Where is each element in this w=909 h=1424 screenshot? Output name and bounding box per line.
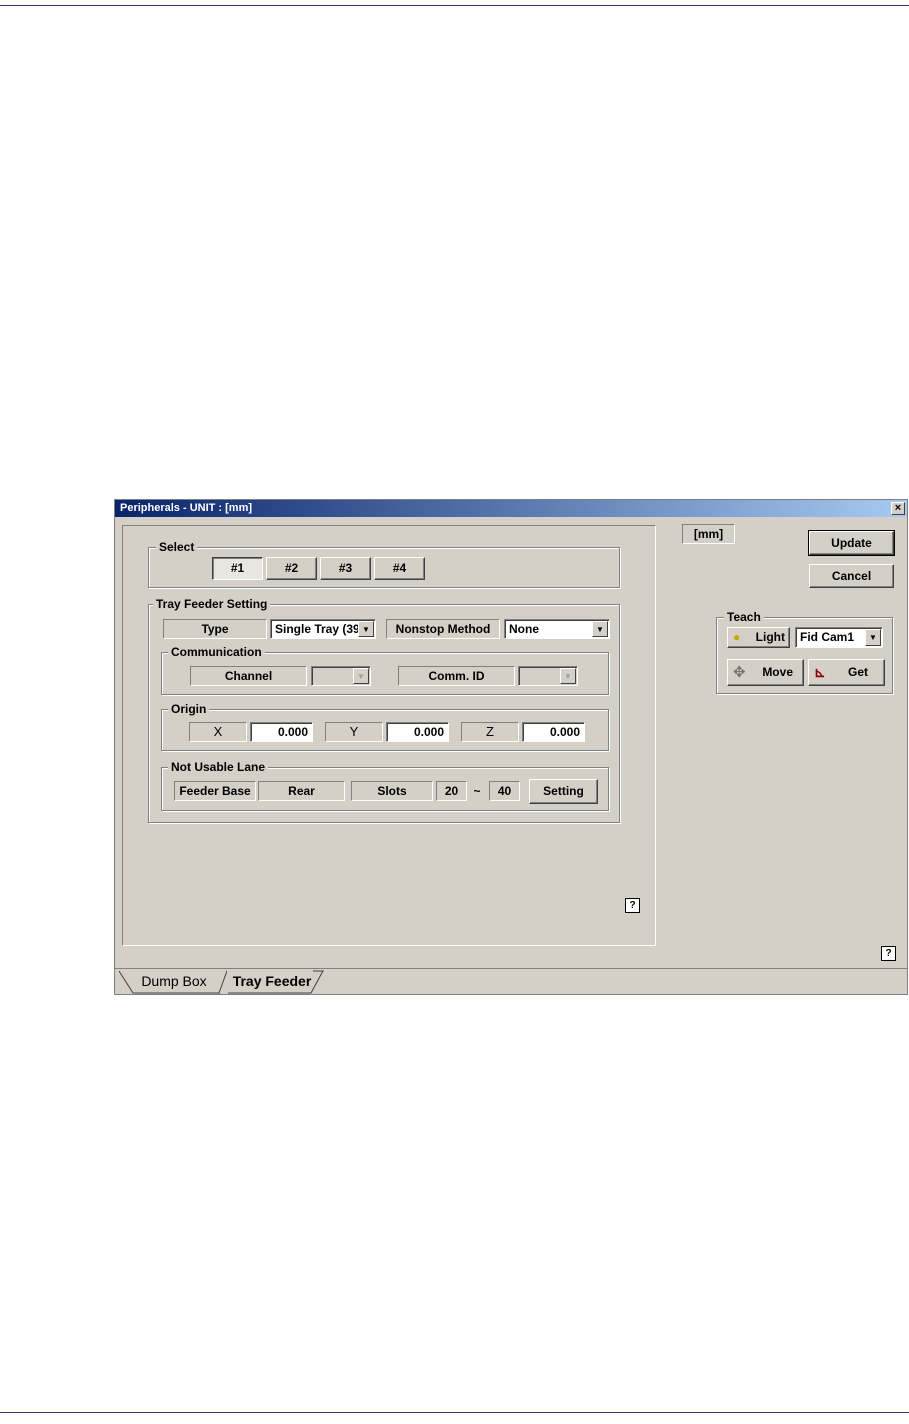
- select-1-button[interactable]: #1: [212, 557, 263, 580]
- z-label: Z: [461, 722, 519, 742]
- close-icon[interactable]: ×: [891, 502, 905, 515]
- origin-x-input[interactable]: 0.000: [250, 722, 313, 742]
- help-icon[interactable]: ?: [881, 946, 896, 961]
- settings-panel: Select #1 #2 #3 #4 Tray Feeder Setting T…: [122, 525, 656, 946]
- nonstop-method-label: Nonstop Method: [386, 619, 500, 639]
- slot-range-separator: ~: [473, 784, 481, 798]
- communication-label: Communication: [168, 645, 265, 659]
- select-4-button[interactable]: #4: [374, 557, 425, 580]
- window-title: Peripherals - UNIT : [mm]: [115, 500, 907, 517]
- tray-feeder-setting-label: Tray Feeder Setting: [153, 597, 271, 611]
- light-button[interactable]: ● Light: [727, 627, 790, 648]
- slot-to-value: 40: [489, 781, 520, 801]
- select-group-label: Select: [156, 540, 198, 554]
- move-button[interactable]: ✥ Move: [727, 659, 804, 686]
- not-usable-lane-label: Not Usable Lane: [168, 760, 269, 774]
- setting-button[interactable]: Setting: [529, 779, 598, 804]
- move-arrows-icon: ✥: [733, 664, 746, 681]
- channel-label: Channel: [190, 666, 307, 686]
- y-label: Y: [325, 722, 383, 742]
- select-2-button[interactable]: #2: [266, 557, 317, 580]
- chevron-down-icon[interactable]: ▼: [560, 668, 576, 684]
- slot-from-value: 20: [436, 781, 467, 801]
- comm-id-select[interactable]: ▼: [518, 666, 578, 686]
- channel-select[interactable]: ▼: [311, 666, 371, 686]
- select-3-button[interactable]: #3: [320, 557, 371, 580]
- peripherals-window: Peripherals - UNIT : [mm] × Select #1 #2…: [114, 499, 908, 995]
- page-top-rule: [0, 5, 909, 6]
- help-icon[interactable]: ?: [625, 898, 640, 913]
- get-button-label: Get: [847, 665, 868, 679]
- origin-label: Origin: [168, 702, 210, 716]
- update-button[interactable]: Update: [808, 530, 895, 556]
- chevron-down-icon[interactable]: ▼: [358, 621, 374, 637]
- move-button-label: Move: [762, 665, 793, 679]
- camera-value: Fid Cam1: [800, 630, 855, 644]
- cancel-button[interactable]: Cancel: [809, 564, 894, 588]
- tab-dump-box[interactable]: Dump Box: [135, 970, 213, 992]
- chevron-down-icon[interactable]: ▼: [353, 668, 369, 684]
- x-label: X: [189, 722, 247, 742]
- type-select[interactable]: Single Tray (39 ▼: [270, 619, 376, 639]
- type-value: Single Tray (39: [275, 622, 360, 636]
- get-button[interactable]: ⊾ Get: [808, 659, 885, 686]
- slots-label: Slots: [351, 781, 433, 801]
- unit-label: [mm]: [682, 524, 735, 544]
- nonstop-method-value: None: [509, 622, 539, 636]
- camera-select[interactable]: Fid Cam1 ▼: [795, 627, 883, 648]
- feeder-base-value: Rear: [258, 781, 345, 801]
- page-bottom-rule: [0, 1412, 909, 1413]
- chevron-down-icon[interactable]: ▼: [865, 629, 881, 646]
- feeder-base-label: Feeder Base: [174, 781, 256, 801]
- light-bulb-icon: ●: [733, 630, 741, 644]
- tab-tray-feeder[interactable]: Tray Feeder: [228, 970, 316, 992]
- chevron-down-icon[interactable]: ▼: [592, 621, 608, 637]
- light-button-label: Light: [755, 630, 785, 644]
- tab-bar: Dump Box Tray Feeder: [115, 968, 907, 994]
- origin-y-input[interactable]: 0.000: [386, 722, 449, 742]
- nonstop-method-select[interactable]: None ▼: [504, 619, 610, 639]
- origin-z-input[interactable]: 0.000: [522, 722, 585, 742]
- comm-id-label: Comm. ID: [398, 666, 515, 686]
- type-label: Type: [163, 619, 267, 639]
- teach-label: Teach: [724, 610, 764, 624]
- get-position-icon: ⊾: [814, 664, 826, 680]
